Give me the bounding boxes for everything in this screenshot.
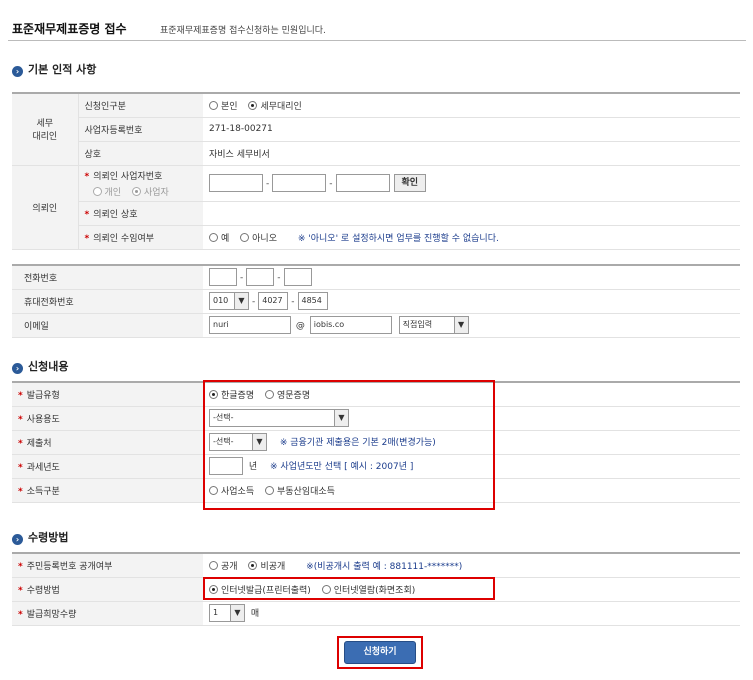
issue-count-select[interactable]: 1 ▼ [209, 604, 245, 622]
mobile-last-input[interactable]: 4854 [297, 292, 328, 310]
issue-count-unit: 매 [250, 608, 260, 619]
rrn-disclosure-field: 공개 비공개 ※(비공개시 출력 예 : 881111-*******) [203, 553, 740, 578]
page-title: 표준재무제표증명 접수 [12, 22, 127, 36]
client-consent-label: * 의뢰인 수임여부 [78, 225, 203, 250]
page-subtitle: 표준재무제표증명 접수신청하는 민원입니다. [160, 26, 326, 36]
applicant-type-agent[interactable]: 세무대리인 [248, 100, 302, 112]
agent-biz-no-value: 271-18-00271 [203, 117, 740, 142]
chevron-down-icon[interactable]: ▼ [453, 317, 468, 333]
consent-yes[interactable]: 예 [209, 232, 229, 244]
confirm-button[interactable]: 확인 [393, 174, 427, 192]
chevron-down-icon[interactable]: ▼ [234, 293, 248, 309]
section-apply: › 신청내용 [12, 358, 68, 374]
submit-button[interactable]: 신청하기 [344, 641, 416, 664]
client-name-label: * 의뢰인 상호 [78, 201, 203, 226]
highlight-receive-method [203, 577, 495, 600]
title-divider [8, 40, 746, 41]
section-receive: › 수령방법 [12, 529, 68, 545]
chevron-down-icon[interactable]: ▼ [230, 605, 244, 621]
applicant-type-field: 본인 세무대리인 [203, 93, 740, 118]
phone-input-1[interactable] [209, 268, 237, 287]
email-field: nuri @ iobis.co 직접입력 ▼ [203, 313, 740, 338]
issue-count-label: * 발급희망수량 [12, 601, 203, 626]
submit-to-label: * 제출처 [12, 430, 203, 455]
basic-info-table: 세무 대리인 신청인구분 본인 세무대리인 사업자등록번호 271-18-002… [12, 92, 740, 250]
email-id-input[interactable]: nuri [209, 316, 291, 334]
section-bullet-icon: › [12, 66, 23, 77]
tax-year-label: * 과세년도 [12, 454, 203, 479]
email-at-sign: @ [295, 320, 305, 331]
client-biz-no-label: * 의뢰인 사업자번호 개인 사업자 [78, 165, 203, 202]
client-type-individual[interactable]: 개인 [92, 186, 121, 198]
section-basic-info: › 기본 인적 사항 [12, 61, 96, 77]
client-biz-no-input-3[interactable] [335, 174, 390, 192]
phone-input-3[interactable] [283, 268, 312, 287]
mobile-field: 010 ▼ -4027-4854 [203, 289, 740, 314]
radio-icon[interactable] [209, 560, 218, 570]
rrn-private[interactable]: 비공개 [248, 560, 285, 572]
radio-selected-icon[interactable] [248, 560, 258, 570]
rrn-note: ※(비공개시 출력 예 : 881111-*******) [306, 561, 463, 572]
phone-label: 전화번호 [12, 265, 203, 290]
email-domain-input[interactable]: iobis.co [309, 316, 392, 334]
applicant-type-label: 신청인구분 [78, 93, 203, 118]
radio-icon[interactable] [240, 232, 250, 242]
client-biz-no-input-2[interactable] [272, 174, 327, 192]
radio-icon[interactable] [209, 232, 218, 242]
consent-note: ※ '아니오' 로 설정하시면 업무를 진행할 수 없습니다. [297, 233, 499, 244]
agent-biz-no-label: 사업자등록번호 [78, 117, 203, 142]
receive-method-label: * 수령방법 [12, 577, 203, 602]
client-consent-field: 예 아니오 ※ '아니오' 로 설정하시면 업무를 진행할 수 없습니다. [203, 225, 740, 250]
issue-type-label: * 발급유형 [12, 382, 203, 407]
mobile-label: 휴대전화번호 [12, 289, 203, 314]
phone-input-2[interactable] [246, 268, 275, 287]
agent-name-label: 상호 [78, 141, 203, 166]
section-bullet-icon: › [12, 363, 23, 374]
client-type-business[interactable]: 사업자 [131, 186, 169, 198]
client-biz-no-field: - - 확인 [203, 165, 740, 202]
consent-no[interactable]: 아니오 [240, 232, 277, 244]
client-group-label: 의뢰인 [12, 165, 79, 250]
phone-field: -- [203, 265, 740, 290]
email-domain-select[interactable]: 직접입력 ▼ [398, 316, 469, 334]
issue-count-field: 1 ▼ 매 [203, 601, 740, 626]
client-biz-no-input-1[interactable] [209, 174, 263, 192]
radio-selected-icon[interactable] [248, 100, 258, 110]
applicant-type-self[interactable]: 본인 [209, 100, 238, 112]
radio-icon[interactable] [92, 186, 102, 196]
rrn-public[interactable]: 공개 [209, 560, 238, 572]
agent-name-value: 자비스 세무비서 [203, 141, 740, 166]
mobile-prefix-select[interactable]: 010 ▼ [209, 292, 249, 310]
radio-selected-icon[interactable] [131, 186, 141, 196]
mobile-mid-input[interactable]: 4027 [258, 292, 289, 310]
radio-icon[interactable] [209, 100, 218, 110]
usage-label: * 사용용도 [12, 406, 203, 431]
highlight-apply-options [203, 380, 495, 510]
income-type-label: * 소득구분 [12, 478, 203, 503]
email-label: 이메일 [12, 313, 203, 338]
rrn-disclosure-label: * 주민등록번호 공개여부 [12, 553, 203, 578]
tax-agent-group-label: 세무 대리인 [12, 93, 79, 166]
section-bullet-icon: › [12, 534, 23, 545]
client-name-field [203, 201, 740, 226]
contact-table: 전화번호 -- 휴대전화번호 010 ▼ -4027-4854 이메일 nuri @… [12, 264, 740, 338]
